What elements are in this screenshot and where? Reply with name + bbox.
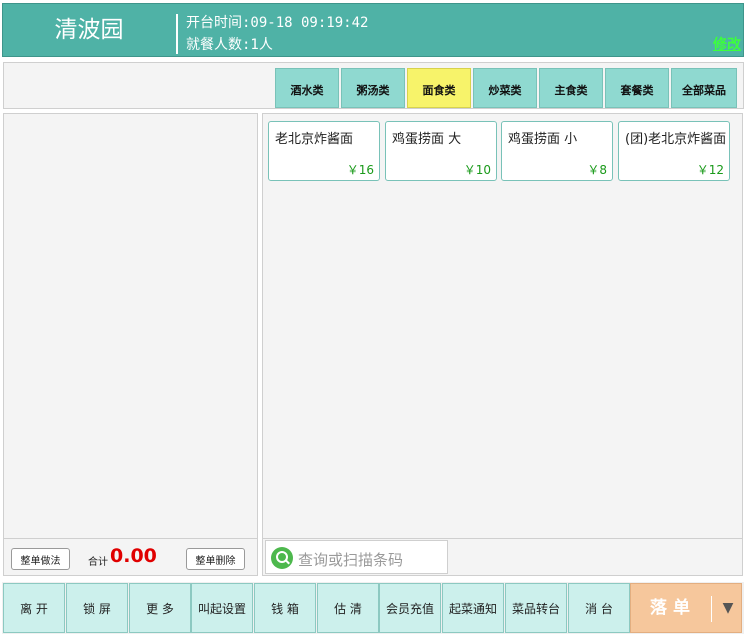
dish-price: ￥16 — [346, 163, 374, 177]
tab-drinks[interactable]: 酒水类 — [275, 68, 339, 108]
dish-card[interactable]: (团)老北京炸酱面 ￥12 — [618, 121, 730, 181]
dish-price: ￥8 — [587, 163, 607, 177]
tab-staple[interactable]: 主食类 — [539, 68, 603, 108]
search-icon — [271, 547, 293, 569]
edit-link[interactable]: 修改 — [713, 34, 741, 54]
category-tab-bar: 酒水类 粥汤类 面食类 炒菜类 主食类 套餐类 全部菜品 — [3, 62, 744, 109]
separator — [711, 596, 712, 622]
place-order-button[interactable]: 落 单 — [631, 584, 709, 632]
whole-order-delete-button[interactable]: 整单删除 — [186, 548, 245, 570]
clear-table-button[interactable]: 消 台 — [568, 583, 630, 633]
member-recharge-button[interactable]: 会员充值 — [379, 583, 441, 633]
serve-notice-button[interactable]: 起菜通知 — [442, 583, 504, 633]
hold-settings-button[interactable]: 叫起设置 — [191, 583, 253, 633]
transfer-dish-button[interactable]: 菜品转台 — [505, 583, 567, 633]
dish-price: ￥12 — [696, 163, 724, 177]
dish-name: 老北京炸酱面 — [275, 132, 354, 147]
tab-all-dishes[interactable]: 全部菜品 — [671, 68, 737, 108]
dish-name: 鸡蛋捞面 小 — [508, 132, 578, 147]
search-placeholder: 查询或扫描条码 — [298, 551, 404, 569]
dish-card[interactable]: 鸡蛋捞面 大 ￥10 — [385, 121, 497, 181]
more-button[interactable]: 更 多 — [129, 583, 191, 633]
lock-screen-button[interactable]: 锁 屏 — [66, 583, 128, 633]
order-list-panel: 整单做法 合计 0.00 整单删除 — [3, 113, 258, 576]
tab-porridge-soup[interactable]: 粥汤类 — [341, 68, 405, 108]
dish-card[interactable]: 老北京炸酱面 ￥16 — [268, 121, 380, 181]
tab-set-meal[interactable]: 套餐类 — [605, 68, 669, 108]
total-label: 合计 — [88, 557, 108, 568]
total-value: 0.00 — [110, 545, 157, 567]
place-order-group: 落 单 ▼ — [630, 583, 742, 633]
leave-button[interactable]: 离 开 — [3, 583, 65, 633]
tab-noodles[interactable]: 面食类 — [407, 68, 471, 108]
whole-order-method-button[interactable]: 整单做法 — [11, 548, 70, 570]
dish-name: (团)老北京炸酱面 — [625, 132, 727, 147]
restaurant-name: 清波园 — [54, 17, 124, 43]
open-time: 开台时间:09-18 09:19:42 — [186, 15, 369, 31]
guest-count: 就餐人数:1人 — [186, 37, 273, 53]
cash-drawer-button[interactable]: 钱 箱 — [254, 583, 316, 633]
tab-stir-fry[interactable]: 炒菜类 — [473, 68, 537, 108]
header-bar: 清波园 开台时间:09-18 09:19:42 就餐人数:1人 修改 — [2, 3, 744, 57]
search-input[interactable]: 查询或扫描条码 — [265, 540, 448, 574]
order-footer: 整单做法 合计 0.00 整单删除 — [4, 538, 257, 575]
dish-card[interactable]: 鸡蛋捞面 小 ￥8 — [501, 121, 613, 181]
header-divider — [176, 14, 178, 54]
bottom-toolbar: 离 开 锁 屏 更 多 叫起设置 钱 箱 估 清 会员充值 起菜通知 菜品转台 … — [2, 582, 744, 634]
dish-price: ￥10 — [463, 163, 491, 177]
dish-menu-panel: 老北京炸酱面 ￥16 鸡蛋捞面 大 ￥10 鸡蛋捞面 小 ￥8 (团)老北京炸酱… — [262, 113, 743, 576]
dish-name: 鸡蛋捞面 大 — [392, 132, 462, 147]
sold-out-button[interactable]: 估 清 — [317, 583, 379, 633]
menu-footer-divider — [263, 538, 742, 539]
dropdown-arrow-icon[interactable]: ▼ — [715, 584, 741, 632]
